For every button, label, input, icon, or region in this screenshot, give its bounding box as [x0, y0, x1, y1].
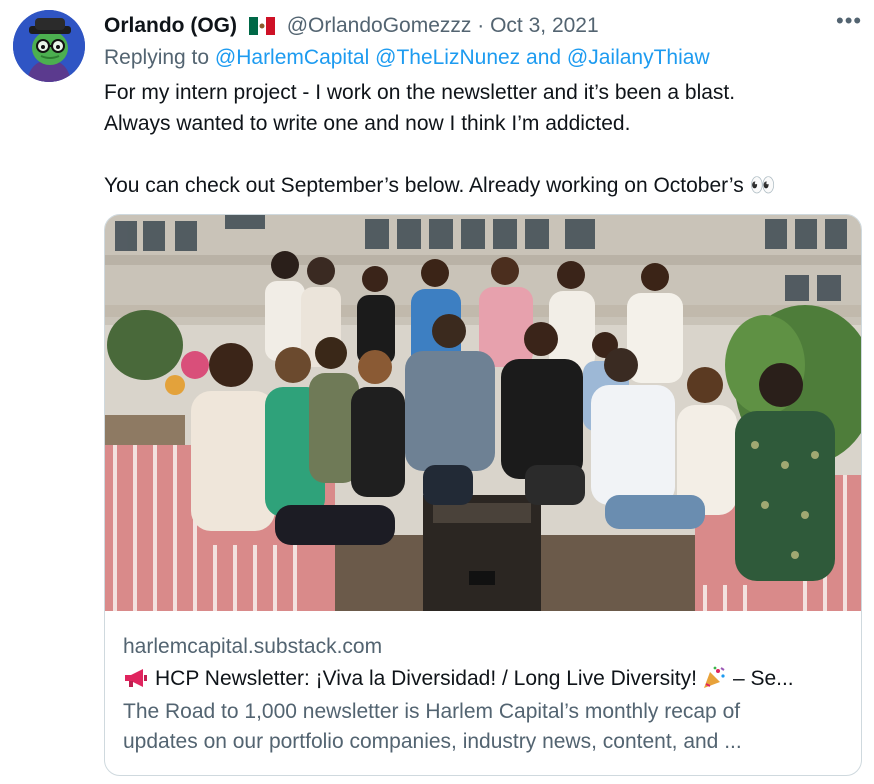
author-display-name[interactable]: Orlando (OG)	[104, 14, 237, 37]
avatar[interactable]	[13, 10, 85, 82]
card-title-suffix: – Se...	[732, 667, 794, 690]
card-description: The Road to 1,000 newsletter is Harlem C…	[123, 697, 843, 757]
mention-and[interactable]: and	[526, 46, 561, 69]
megaphone-icon	[125, 669, 147, 687]
card-title: HCP Newsletter: ¡Viva la Diversidad! / L…	[123, 665, 845, 693]
card-photo	[105, 215, 861, 611]
more-horizontal-icon[interactable]: •••	[836, 10, 861, 38]
mention-harlemcapital[interactable]: @HarlemCapital	[215, 46, 369, 69]
link-preview-card[interactable]: harlemcapital.substack.com HCP Newslette…	[104, 214, 862, 776]
tweet-header: Orlando (OG) @OrlandoGomezzz · Oct 3, 20…	[104, 12, 854, 42]
tweet-date[interactable]: Oct 3, 2021	[490, 14, 599, 37]
replying-to-label: Replying to	[104, 46, 210, 69]
author-handle[interactable]: @OrlandoGomezzz	[287, 14, 472, 37]
party-popper-icon	[703, 666, 725, 688]
card-title-text: HCP Newsletter: ¡Viva la Diversidad! / L…	[155, 667, 697, 690]
avatar-illustration	[13, 10, 85, 82]
card-description-line-2: updates on our portfolio companies, indu…	[123, 730, 742, 753]
replying-to: Replying to @HarlemCapital @TheLizNunez …	[104, 44, 710, 72]
mention-jailanythiaw[interactable]: @JailanyThiaw	[567, 46, 710, 69]
mexico-flag-icon	[248, 17, 275, 35]
card-domain: harlemcapital.substack.com	[123, 635, 383, 658]
mention-thelizNunez[interactable]: @TheLizNunez	[375, 46, 520, 69]
tweet-text: For my intern project - I work on the ne…	[104, 81, 776, 197]
separator-dot: ·	[477, 14, 485, 37]
card-description-line-1: The Road to 1,000 newsletter is Harlem C…	[123, 700, 741, 723]
